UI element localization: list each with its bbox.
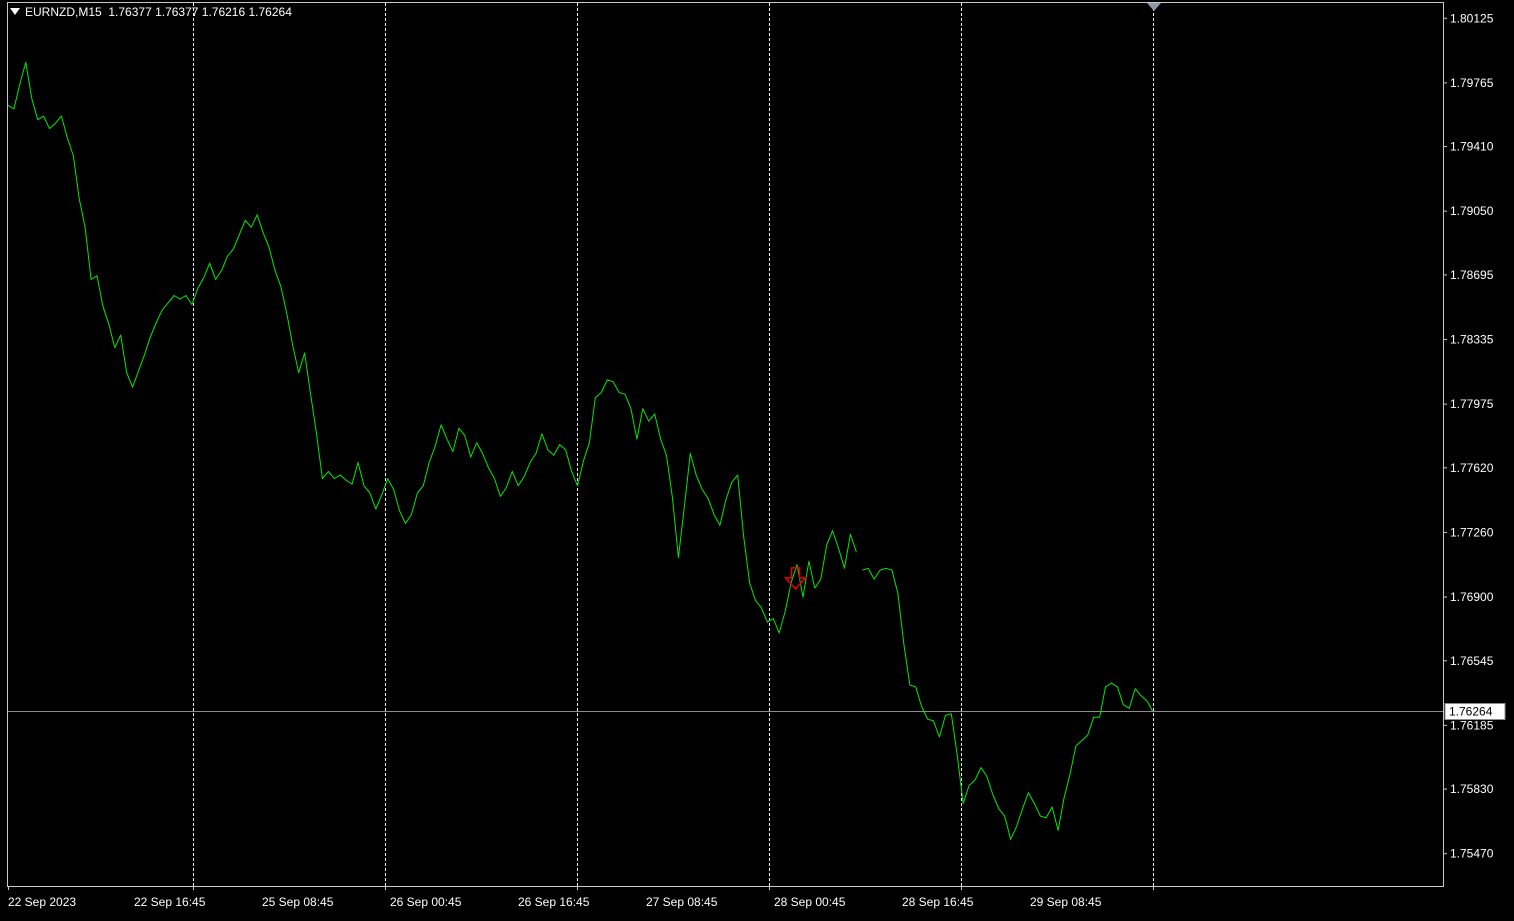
x-tick-label-7: 28 Sep 16:45	[902, 895, 974, 909]
triangle-down-icon[interactable]	[10, 8, 20, 15]
chart-window[interactable]: 1.80125 1.79765 1.79410 1.79050 1.78695 1.783…	[0, 0, 1514, 916]
chart-background	[0, 0, 1514, 916]
x-tick-label-2: 25 Sep 08:45	[262, 895, 334, 909]
y-tick-label-0: 1.80125	[1450, 11, 1494, 25]
y-tick-label-4: 1.78695	[1450, 268, 1494, 282]
y-tick-label-6: 1.77975	[1450, 397, 1494, 411]
y-tick-label-10: 1.76545	[1450, 654, 1494, 668]
current-price-label: 1.76264	[1449, 705, 1493, 719]
y-tick-label-5: 1.78335	[1450, 333, 1494, 347]
x-tick-label-0: 22 Sep 2023	[8, 895, 76, 909]
y-tick-label-3: 1.79050	[1450, 204, 1494, 218]
x-tick-label-3: 26 Sep 00:45	[390, 895, 462, 909]
y-tick-label-9: 1.76900	[1450, 590, 1494, 604]
ohlc-values: 1.76377 1.76377 1.76216 1.76264	[108, 5, 292, 19]
x-tick-label-5: 27 Sep 08:45	[646, 895, 718, 909]
x-tick-label-4: 26 Sep 16:45	[518, 895, 590, 909]
y-tick-label-2: 1.79410	[1450, 140, 1494, 154]
y-tick-label-11: 1.76185	[1450, 718, 1494, 732]
x-tick-label-8: 29 Sep 08:45	[1030, 895, 1102, 909]
price-chart[interactable]: 1.80125 1.79765 1.79410 1.79050 1.78695 1.783…	[0, 0, 1514, 916]
y-tick-label-8: 1.77260	[1450, 525, 1494, 539]
y-tick-label-13: 1.75470	[1450, 847, 1494, 861]
symbol-name: EURNZD,M15	[25, 5, 102, 19]
x-tick-label-1: 22 Sep 16:45	[134, 895, 206, 909]
symbol-header[interactable]: EURNZD,M15 1.76377 1.76377 1.76216 1.762…	[10, 5, 292, 19]
y-tick-label-7: 1.77620	[1450, 461, 1494, 475]
y-tick-label-12: 1.75830	[1450, 782, 1494, 796]
x-tick-label-6: 28 Sep 00:45	[774, 895, 846, 909]
y-tick-label-1: 1.79765	[1450, 76, 1494, 90]
